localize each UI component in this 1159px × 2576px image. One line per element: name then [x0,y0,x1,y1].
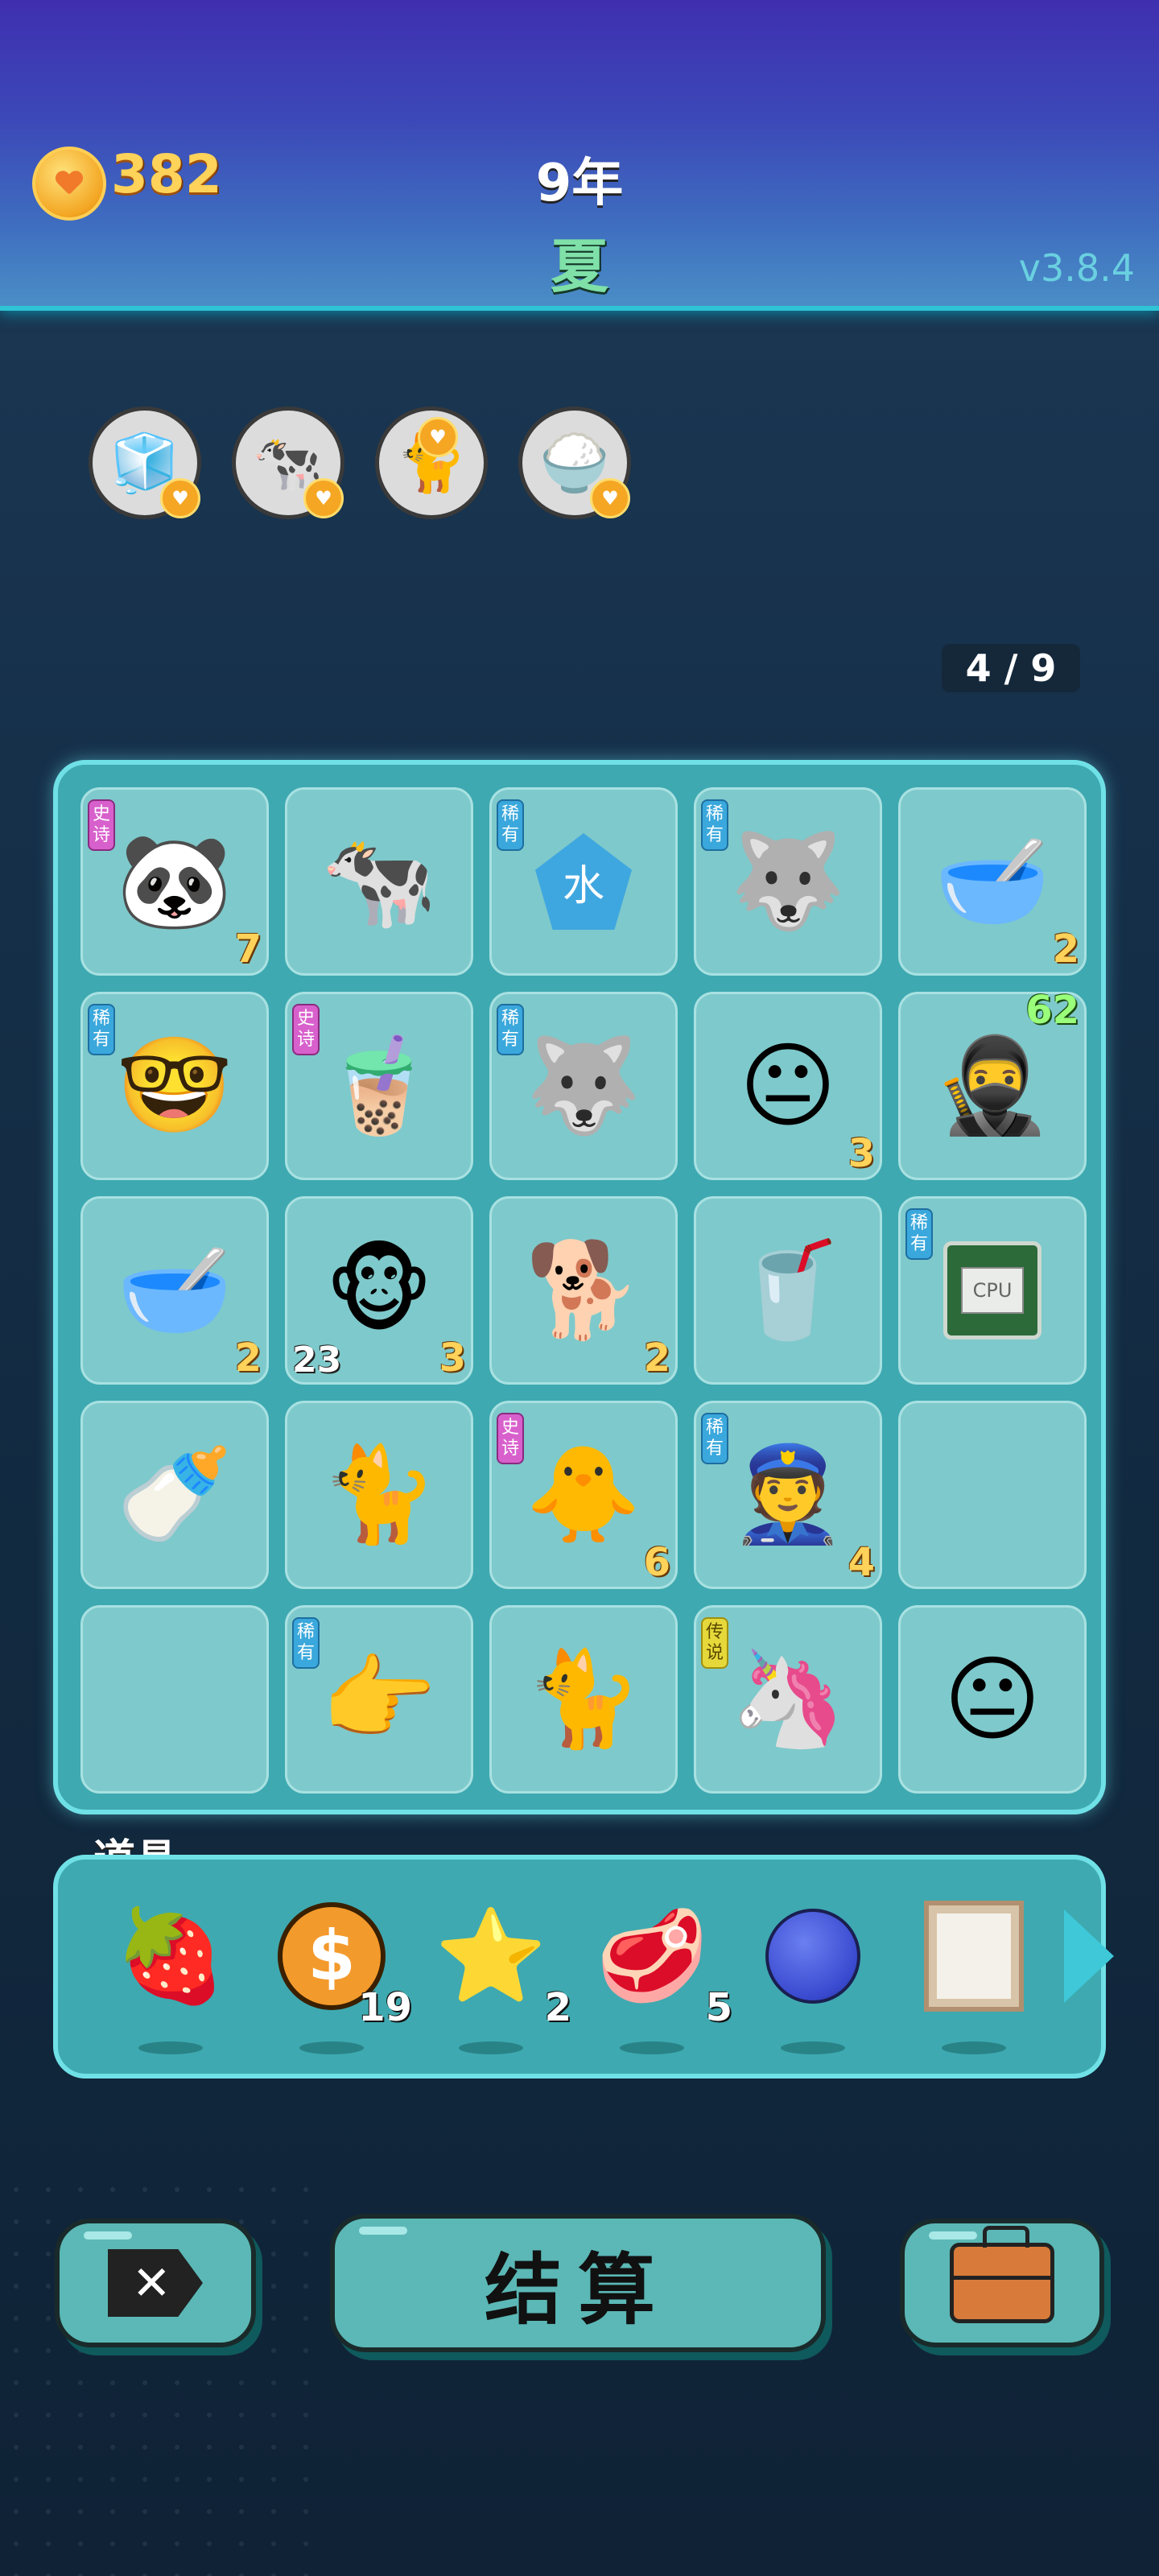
cell-count: 2 [643,1335,670,1381]
liver-icon: 🥩 [596,1903,708,2008]
grid-cell-cow[interactable]: 🐄 [285,787,473,976]
cow-pair-icon[interactable]: 🐄 ♥ [232,407,344,519]
slot-grid: 🐼 史诗 7 🐄 水稀有 🐺 稀有 🥣 2 🤓 稀有 🧋 史诗 🐺 稀有 😐 3 🥷 62 🥣 2 🐵 3 23 🐕 2 🥤 CPU 稀… [53,760,1106,1814]
grid-cell-panda[interactable]: 🐼 史诗 7 [80,787,269,976]
grid-cell-husky-2[interactable]: 🐺 稀有 [489,992,678,1180]
milk-icon: 🍼 [116,1440,233,1549]
grid-cell-bubble-tea-large[interactable]: 🧋 史诗 [285,992,473,1180]
rarity-badge: 稀有 [292,1617,320,1669]
grid-cell-empty-2[interactable] [80,1605,269,1794]
item-frame[interactable] [909,1892,1038,2054]
grid-cell-thief[interactable]: 🥷 62 [898,988,1087,1180]
heart-badge-icon: ♥ [160,478,200,518]
grid-cell-man-face[interactable]: 😐 3 [694,992,882,1180]
grid-cell-police[interactable]: 👮 稀有 4 [694,1401,882,1589]
grid-cell-bowl-2[interactable]: 🥣 2 [80,1196,269,1385]
heart-badge-icon: ♥ [418,417,458,457]
rarity-badge: 稀有 [88,1004,115,1055]
frame-icon [909,1892,1038,2021]
cell-count: 3 [848,1131,875,1176]
items-panel: 🍓 $19 ⭐ 2 🥩 5 [53,1855,1106,2079]
man-face-2-icon: 😐 [943,1645,1041,1754]
settle-label: 结算 [485,2244,671,2335]
grid-cell-chick[interactable]: 🐥 史诗 6 [489,1401,678,1589]
rarity-badge: 稀有 [701,799,728,851]
rarity-badge: 传说 [701,1617,728,1669]
cell-bonus-count: 62 [1025,988,1079,1033]
grid-cell-cat-2[interactable]: 🐈 [489,1605,678,1794]
grid-cell-bowl[interactable]: 🥣 2 [898,787,1087,976]
star-icon: ⭐ [435,1903,547,2008]
settle-button[interactable]: 结算 [330,2214,826,2352]
exit-icon: ✕ [108,2249,203,2317]
cat-icon: 🐈 [320,1440,438,1549]
year-label: 9年 [535,154,624,213]
rarity-badge: 稀有 [701,1413,728,1464]
item-star[interactable]: ⭐ 2 [427,1892,571,2054]
cell-count: 3 [439,1335,466,1381]
item-blueberry[interactable] [749,1892,877,2054]
rarity-badge: 史诗 [497,1413,524,1464]
page-indicator: 4 / 9 [942,644,1080,692]
grid-cell-milk[interactable]: 🍼 [80,1401,269,1589]
grid-cell-pointing-hand[interactable]: 👉 稀有 [285,1605,473,1794]
exit-button[interactable]: ✕ [55,2219,256,2347]
empty-1-icon [901,1403,1084,1587]
blueberry-icon [749,1892,877,2021]
grid-cell-husky[interactable]: 🐺 稀有 [694,787,882,976]
briefcase-icon [950,2226,1054,2323]
top-bar: 382 9年 夏 v3.8.4 [0,0,1159,311]
grid-cell-man-face-2[interactable]: 😐 [898,1605,1087,1794]
grid-cell-monkey[interactable]: 🐵 3 23 [285,1196,473,1385]
cell-count-secondary: 23 [292,1340,342,1381]
item-count: 19 [358,1985,412,2030]
grid-cell-bubble-tea-small[interactable]: 🥤 [694,1196,882,1385]
cell-count: 2 [1052,927,1079,972]
grid-cell-empty-1[interactable] [898,1401,1087,1589]
heart-coin-icon [32,147,106,221]
grid-cell-water-gem[interactable]: 水稀有 [489,787,678,976]
cow-icon: 🐄 [320,827,438,935]
empty-2-icon [83,1608,266,1791]
grid-cell-cpu[interactable]: CPU 稀有 [898,1196,1087,1385]
bubble-tea-small-icon: 🥤 [729,1236,847,1344]
heart-badge-icon: ♥ [303,478,344,518]
rarity-badge: 稀有 [905,1208,933,1260]
grid-cell-brown-dog[interactable]: 🐕 2 [489,1196,678,1385]
item-bayberry[interactable]: 🍓 [106,1892,235,2054]
rarity-badge: 史诗 [88,799,115,851]
heart-badge-icon: ♥ [590,478,630,518]
item-count: 2 [544,1985,571,2030]
cell-count: 4 [848,1540,875,1585]
cell-count: 7 [234,927,262,972]
rarity-badge: 稀有 [497,799,524,851]
bag-button[interactable] [900,2219,1104,2347]
grid-cell-cat[interactable]: 🐈 [285,1401,473,1589]
cell-count: 2 [234,1335,262,1381]
bayberry-icon: 🍓 [114,1903,227,2008]
grid-cell-glasses-boy[interactable]: 🤓 稀有 [80,992,269,1180]
rarity-badge: 史诗 [292,1004,320,1055]
cell-count: 6 [643,1540,670,1585]
rice-bowl-icon[interactable]: 🍚 ♥ [518,407,631,519]
sugar-cubes-icon[interactable]: 🧊 ♥ [89,407,201,519]
grid-cell-unicorn[interactable]: 🦄 传说 [694,1605,882,1794]
item-liver[interactable]: 🥩 5 [588,1892,732,2054]
chevron-right-icon[interactable] [1061,1901,1114,2014]
item-count: 5 [705,1985,732,2030]
version-label: v3.8.4 [1018,246,1135,290]
cat-pair-icon[interactable]: 🐈 ♥ [375,407,488,519]
rarity-badge: 稀有 [497,1004,524,1055]
cat-2-icon: 🐈 [525,1645,642,1753]
item-dollar-coin[interactable]: $19 [267,1892,412,2054]
season-label: 夏 [550,233,608,300]
coin-count: 382 [111,143,222,205]
